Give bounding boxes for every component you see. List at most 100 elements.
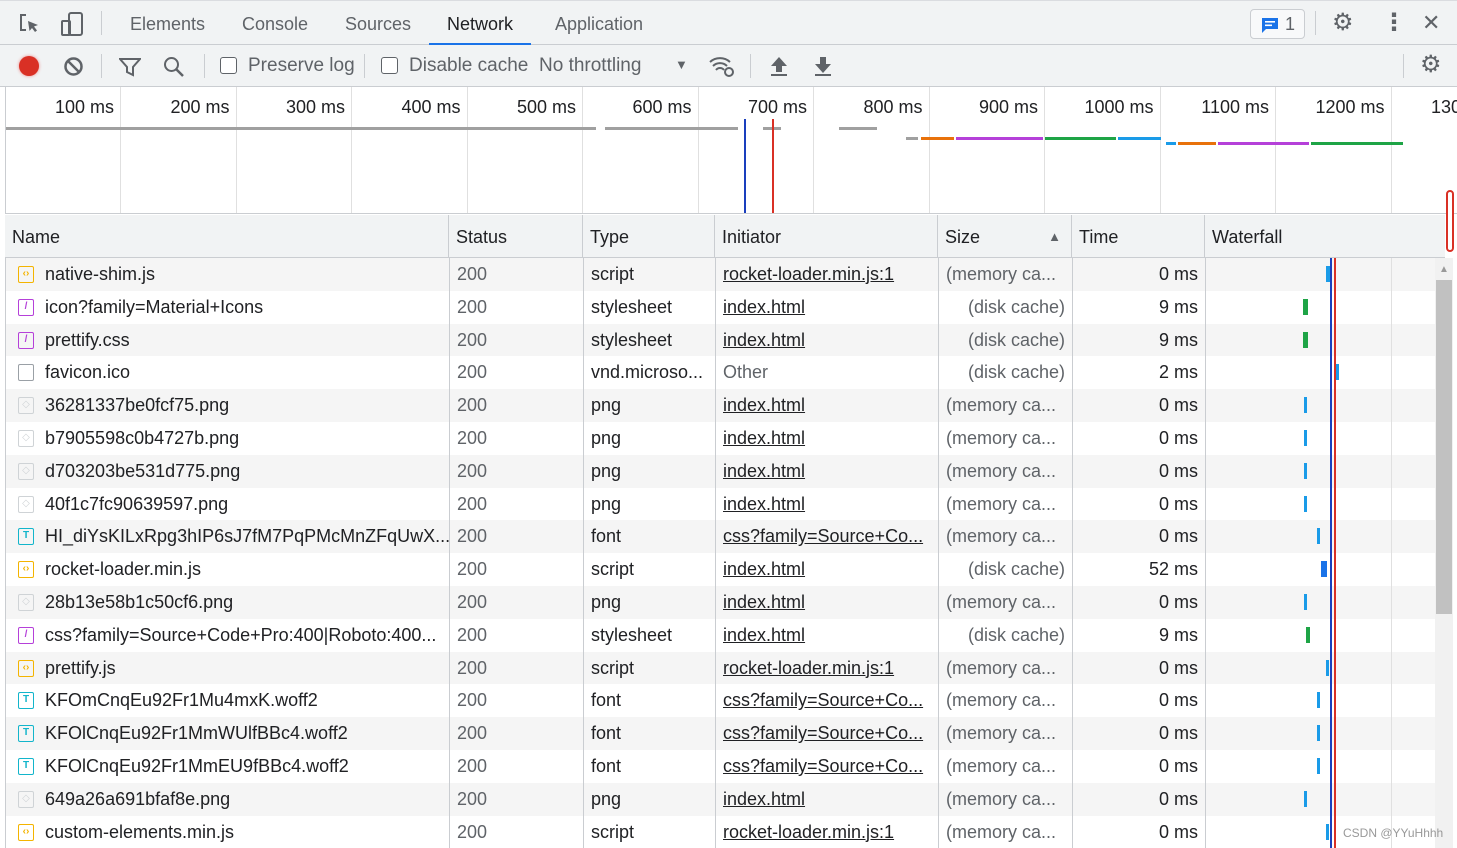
scroll-up-arrow-icon[interactable]: ▲ — [1439, 264, 1449, 275]
cell-name[interactable]: ◇ 40f1c7fc90639597.png — [6, 487, 450, 521]
initiator-link[interactable]: index.html — [723, 330, 805, 350]
tab-application[interactable]: Application — [537, 1, 661, 45]
initiator-link[interactable]: css?family=Source+Co... — [723, 526, 923, 546]
table-row[interactable]: / css?family=Source+Code+Pro:400|Roboto:4… — [6, 618, 1435, 652]
table-row[interactable]: ‹› rocket-loader.min.js 200 script index.htm… — [6, 553, 1435, 586]
table-row[interactable]: T KFOlCnqEu92Fr1MmEU9fBBc4.woff2 200 font cs… — [6, 750, 1435, 783]
initiator-link[interactable]: rocket-loader.min.js:1 — [723, 658, 894, 678]
initiator-link[interactable]: css?family=Source+Co... — [723, 690, 923, 710]
table-row[interactable]: favicon.ico 200 vnd.microso... Other (disk c… — [6, 356, 1435, 390]
table-row[interactable]: ◇ 649a26a691bfaf8e.png 200 png index.html (me… — [6, 782, 1435, 816]
cell-name[interactable]: / icon?family=Material+Icons — [6, 290, 450, 324]
tab-sources[interactable]: Sources — [327, 1, 429, 45]
close-icon[interactable]: ✕ — [1422, 9, 1440, 37]
cell-name[interactable]: ◇ d703203be531d775.png — [6, 454, 450, 488]
column-header-waterfall[interactable]: Waterfall — [1205, 215, 1445, 257]
cell-initiator[interactable]: rocket-loader.min.js:1 — [716, 258, 939, 291]
network-settings-gear-icon[interactable]: ⚙ — [1420, 52, 1442, 78]
record-button[interactable] — [19, 56, 39, 76]
cell-name[interactable]: favicon.ico — [6, 356, 450, 390]
cell-initiator[interactable]: index.html — [716, 618, 939, 652]
initiator-link[interactable]: index.html — [723, 494, 805, 514]
cell-name[interactable]: / css?family=Source+Code+Pro:400|Roboto:4… — [6, 618, 450, 652]
inspect-element-icon[interactable] — [18, 13, 40, 35]
import-har-icon[interactable] — [769, 55, 789, 77]
cell-initiator[interactable]: index.html — [716, 553, 939, 586]
cell-initiator[interactable]: index.html — [716, 389, 939, 422]
initiator-link[interactable]: index.html — [723, 789, 805, 809]
throttling-select[interactable]: No throttling ▼ — [539, 45, 694, 87]
cell-name[interactable]: ◇ 36281337be0fcf75.png — [6, 389, 450, 422]
table-row[interactable]: ◇ d703203be531d775.png 200 png index.html (me… — [6, 454, 1435, 488]
table-row[interactable]: ‹› native-shim.js 200 script rocket-loader.m… — [6, 258, 1435, 291]
initiator-link[interactable]: index.html — [723, 297, 805, 317]
column-header-type[interactable]: Type — [583, 215, 715, 257]
tab-elements[interactable]: Elements — [112, 1, 223, 45]
initiator-link[interactable]: index.html — [723, 559, 805, 579]
initiator-link[interactable]: index.html — [723, 461, 805, 481]
export-har-icon[interactable] — [813, 55, 833, 77]
cell-name[interactable]: / prettify.css — [6, 323, 450, 357]
vertical-scrollbar[interactable]: ▲ — [1435, 258, 1453, 848]
table-row[interactable]: ◇ b7905598c0b4727b.png 200 png index.html (me… — [6, 422, 1435, 455]
timeline-overview[interactable]: 100 ms 200 ms 300 ms 400 ms 500 ms 600 ms 700 … — [5, 87, 1457, 214]
cell-initiator[interactable]: index.html — [716, 586, 939, 619]
cell-name[interactable]: T KFOlCnqEu92Fr1MmEU9fBBc4.woff2 — [6, 750, 450, 783]
overview-resize-handle[interactable] — [1446, 190, 1454, 252]
initiator-link[interactable]: index.html — [723, 395, 805, 415]
cell-name[interactable]: ‹› custom-elements.min.js — [6, 815, 450, 848]
cell-initiator[interactable]: css?family=Source+Co... — [716, 520, 939, 554]
cell-initiator[interactable]: index.html — [716, 454, 939, 488]
cell-name[interactable]: T KFOmCnqEu92Fr1Mu4mxK.woff2 — [6, 684, 450, 718]
disable-cache-checkbox[interactable] — [381, 57, 398, 74]
cell-name[interactable]: ◇ 649a26a691bfaf8e.png — [6, 782, 450, 816]
column-header-size[interactable]: Size ▲ — [938, 215, 1072, 257]
cell-name[interactable]: ‹› rocket-loader.min.js — [6, 553, 450, 586]
table-row[interactable]: ◇ 40f1c7fc90639597.png 200 png index.html (me… — [6, 487, 1435, 521]
settings-gear-icon[interactable]: ⚙ — [1332, 10, 1354, 36]
cell-initiator[interactable]: index.html — [716, 422, 939, 455]
initiator-link[interactable]: css?family=Source+Co... — [723, 723, 923, 743]
column-header-name[interactable]: Name — [5, 215, 449, 257]
column-header-initiator[interactable]: Initiator — [715, 215, 938, 257]
initiator-link[interactable]: index.html — [723, 428, 805, 448]
table-row[interactable]: T KFOlCnqEu92Fr1MmWUlfBBc4.woff2 200 font cs… — [6, 717, 1435, 750]
cell-initiator[interactable]: rocket-loader.min.js:1 — [716, 815, 939, 848]
cell-initiator[interactable]: index.html — [716, 782, 939, 816]
clear-icon[interactable] — [63, 56, 84, 77]
disable-cache-label[interactable]: Disable cache — [409, 55, 528, 77]
cell-initiator[interactable]: css?family=Source+Co... — [716, 684, 939, 718]
initiator-link[interactable]: rocket-loader.min.js:1 — [723, 264, 894, 284]
network-conditions-icon[interactable] — [708, 54, 736, 78]
cell-name[interactable]: ◇ 28b13e58b1c50cf6.png — [6, 586, 450, 619]
more-options-icon[interactable]: ⋮ — [1382, 9, 1406, 37]
table-row[interactable]: ‹› custom-elements.min.js 200 script rocket-… — [6, 815, 1435, 848]
column-header-time[interactable]: Time — [1072, 215, 1205, 257]
cell-name[interactable]: T HI_diYsKILxRpg3hIP6sJ7fM7PqPMcMnZFqUwX.… — [6, 520, 450, 554]
table-row[interactable]: T HI_diYsKILxRpg3hIP6sJ7fM7PqPMcMnZFqUwX.… — [6, 520, 1435, 554]
cell-name[interactable]: ◇ b7905598c0b4727b.png — [6, 422, 450, 455]
search-icon[interactable] — [163, 56, 185, 78]
table-row[interactable]: ◇ 28b13e58b1c50cf6.png 200 png index.html (me… — [6, 586, 1435, 619]
tab-network[interactable]: Network — [429, 1, 532, 45]
cell-initiator[interactable]: index.html — [716, 323, 939, 357]
device-toolbar-icon[interactable] — [60, 11, 84, 37]
column-header-status[interactable]: Status — [449, 215, 583, 257]
filter-icon[interactable] — [119, 57, 141, 77]
preserve-log-checkbox[interactable] — [220, 57, 237, 74]
initiator-link[interactable]: rocket-loader.min.js:1 — [723, 822, 894, 842]
cell-name[interactable]: ‹› native-shim.js — [6, 258, 450, 291]
cell-initiator[interactable]: index.html — [716, 290, 939, 324]
cell-initiator[interactable]: css?family=Source+Co... — [716, 717, 939, 750]
issues-button[interactable]: 1 — [1250, 9, 1305, 39]
table-row[interactable]: / prettify.css 200 stylesheet index.html (dis… — [6, 323, 1435, 357]
preserve-log-label[interactable]: Preserve log — [248, 55, 355, 77]
scrollbar-thumb[interactable] — [1436, 280, 1452, 614]
cell-initiator[interactable]: css?family=Source+Co... — [716, 750, 939, 783]
tab-console[interactable]: Console — [224, 1, 326, 45]
cell-initiator[interactable]: rocket-loader.min.js:1 — [716, 651, 939, 685]
table-row[interactable]: ‹› prettify.js 200 script rocket-loader.min.… — [6, 651, 1435, 685]
cell-name[interactable]: ‹› prettify.js — [6, 651, 450, 685]
table-row[interactable]: ◇ 36281337be0fcf75.png 200 png index.html (me… — [6, 389, 1435, 422]
initiator-link[interactable]: css?family=Source+Co... — [723, 756, 923, 776]
